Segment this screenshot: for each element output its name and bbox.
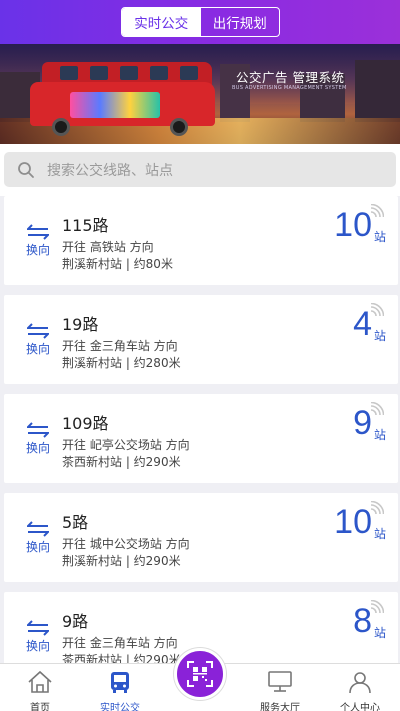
- eta-display: 8 站: [298, 600, 388, 660]
- swap-label: 换向: [25, 243, 50, 257]
- double-decker-bus-illustration: [30, 62, 215, 136]
- route-name: 109路: [62, 414, 109, 433]
- route-direction: 开往 城中公交场站 方向 荆溪新村站 | 约290米: [62, 536, 302, 570]
- swap-label: 换向: [25, 540, 50, 554]
- eta-unit: 站: [373, 230, 386, 244]
- swap-label: 换向: [25, 441, 50, 455]
- qr-scan-icon: [187, 661, 213, 687]
- eta-unit: 站: [373, 527, 386, 541]
- direction-text: 开往 城中公交场站 方向: [62, 537, 190, 551]
- swap-arrows-icon: [27, 422, 49, 438]
- eta-unit: 站: [373, 428, 386, 442]
- tab-label: 首页: [30, 703, 50, 711]
- station-text: 荆溪新村站 | 约280米: [62, 356, 181, 370]
- direction-text: 开往 金三角车站 方向: [62, 636, 178, 650]
- banner-subtitle: BUS ADVERTISING MANAGEMENT SYSTEM: [232, 85, 347, 91]
- route-name: 19路: [62, 315, 99, 334]
- route-card[interactable]: 换向 109路 开往 屺亭公交场站 方向 茶西新村站 | 约290米 9 站: [4, 394, 398, 483]
- direction-text: 开往 金三角车站 方向: [62, 339, 178, 353]
- swap-arrows-icon: [27, 323, 49, 339]
- top-header: 实时公交 出行规划: [0, 0, 400, 44]
- eta-display: 9 站: [298, 402, 388, 462]
- banner-building: [355, 60, 400, 122]
- eta-stops-count: 10: [334, 503, 372, 541]
- station-text: 茶西新村站 | 约290米: [62, 455, 181, 469]
- route-name: 5路: [62, 513, 89, 532]
- tab-home[interactable]: 首页: [0, 664, 80, 711]
- tab-profile[interactable]: 个人中心: [320, 664, 400, 711]
- tab-realtime-bus-nav[interactable]: 实时公交: [80, 664, 160, 711]
- swap-direction-button[interactable]: 换向: [18, 422, 58, 456]
- search-section: 搜索公交线路、站点: [0, 144, 400, 196]
- swap-direction-button[interactable]: 换向: [18, 620, 58, 654]
- route-direction: 开往 屺亭公交场站 方向 茶西新村站 | 约290米: [62, 437, 302, 471]
- swap-arrows-icon: [27, 521, 49, 537]
- user-icon: [349, 672, 371, 694]
- tab-trip-planning[interactable]: 出行规划: [201, 8, 280, 36]
- swap-label: 换向: [25, 342, 50, 356]
- tab-label: 实时公交: [100, 703, 140, 711]
- banner-image[interactable]: 公交广告 管理系统 BUS ADVERTISING MANAGEMENT SYS…: [0, 44, 400, 144]
- search-placeholder: 搜索公交线路、站点: [47, 162, 173, 179]
- home-icon: [28, 670, 52, 693]
- eta-unit: 站: [373, 626, 386, 640]
- tab-label: 个人中心: [340, 703, 380, 711]
- tab-label: 服务大厅: [260, 703, 300, 711]
- segmented-control: 实时公交 出行规划: [121, 7, 280, 37]
- tab-service-hall[interactable]: 服务大厅: [240, 664, 320, 711]
- route-card[interactable]: 换向 115路 开往 高铁站 方向 荆溪新村站 | 约80米 10 站: [4, 196, 398, 285]
- swap-direction-button[interactable]: 换向: [18, 224, 58, 258]
- eta-display: 10 站: [298, 204, 388, 264]
- search-icon: [17, 161, 35, 179]
- swap-direction-button[interactable]: 换向: [18, 521, 58, 555]
- eta-display: 4 站: [298, 303, 388, 363]
- direction-text: 开往 屺亭公交场站 方向: [62, 438, 190, 452]
- eta-stops-count: 9: [353, 404, 372, 442]
- station-text: 荆溪新村站 | 约290米: [62, 554, 181, 568]
- eta-unit: 站: [373, 329, 386, 343]
- search-input[interactable]: 搜索公交线路、站点: [4, 152, 396, 187]
- banner-title: 公交广告 管理系统: [236, 70, 345, 85]
- swap-arrows-icon: [27, 620, 49, 636]
- swap-arrows-icon: [27, 224, 49, 240]
- eta-stops-count: 8: [353, 602, 372, 640]
- route-card[interactable]: 换向 5路 开往 城中公交场站 方向 荆溪新村站 | 约290米 10 站: [4, 493, 398, 582]
- qr-scan-button[interactable]: [174, 648, 226, 700]
- route-name: 115路: [62, 216, 109, 235]
- eta-stops-count: 10: [334, 206, 372, 244]
- swap-label: 换向: [25, 639, 50, 653]
- bus-icon: [111, 672, 129, 693]
- route-name: 9路: [62, 612, 89, 631]
- monitor-icon: [268, 671, 292, 692]
- route-direction: 开往 高铁站 方向 荆溪新村站 | 约80米: [62, 239, 302, 273]
- eta-stops-count: 4: [353, 305, 372, 343]
- swap-direction-button[interactable]: 换向: [18, 323, 58, 357]
- route-card[interactable]: 换向 19路 开往 金三角车站 方向 荆溪新村站 | 约280米 4 站: [4, 295, 398, 384]
- eta-display: 10 站: [298, 501, 388, 561]
- route-direction: 开往 金三角车站 方向 荆溪新村站 | 约280米: [62, 338, 302, 372]
- station-text: 荆溪新村站 | 约80米: [62, 257, 173, 271]
- direction-text: 开往 高铁站 方向: [62, 240, 154, 254]
- tab-realtime-bus[interactable]: 实时公交: [122, 8, 201, 36]
